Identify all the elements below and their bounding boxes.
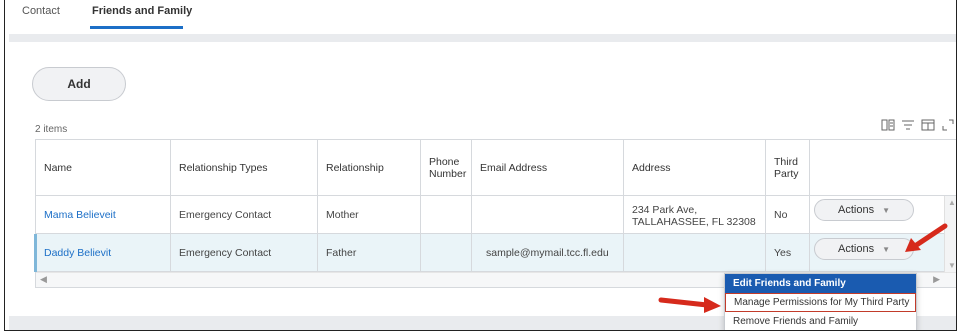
header-name: Name xyxy=(36,140,171,195)
cell-email xyxy=(472,196,624,233)
active-tab-indicator xyxy=(90,26,183,29)
add-button[interactable]: Add xyxy=(32,67,126,101)
menu-item-manage-permissions[interactable]: Manage Permissions for My Third Party xyxy=(725,293,916,312)
cell-name: Daddy Believit xyxy=(36,234,171,271)
scroll-down-icon[interactable]: ▼ xyxy=(948,261,956,270)
header-relationship: Relationship xyxy=(318,140,421,195)
filter-icon[interactable] xyxy=(901,118,915,132)
table-view-icon[interactable] xyxy=(921,118,935,132)
tab-contact[interactable]: Contact xyxy=(22,5,60,17)
contact-name-link[interactable]: Daddy Believit xyxy=(44,247,111,259)
header-relationship-types: Relationship Types xyxy=(171,140,318,195)
cell-address: 234 Park Ave, TALLAHASSEE, FL 32308 xyxy=(624,196,766,233)
table-toolbar xyxy=(881,118,955,132)
section-divider xyxy=(9,34,956,42)
header-third-party: Third Party xyxy=(766,140,810,195)
cell-name: Mama Believeit xyxy=(36,196,171,233)
cell-relationship-types: Emergency Contact xyxy=(171,196,318,233)
tab-friends-and-family[interactable]: Friends and Family xyxy=(92,5,192,17)
actions-label: Actions xyxy=(838,204,875,216)
cell-third-party: No xyxy=(766,196,810,233)
contact-name-link[interactable]: Mama Believeit xyxy=(44,209,116,221)
menu-item-edit-friends-and-family[interactable]: Edit Friends and Family xyxy=(725,274,916,293)
tab-bar: Contact Friends and Family xyxy=(5,0,956,30)
chevron-down-icon: ▼ xyxy=(882,244,890,254)
cell-relationship-types: Emergency Contact xyxy=(171,234,318,271)
cell-phone xyxy=(421,234,472,271)
scroll-right-icon[interactable]: ▶ xyxy=(933,274,940,285)
header-address: Address xyxy=(624,140,766,195)
cell-phone xyxy=(421,196,472,233)
cell-relationship: Father xyxy=(318,234,421,271)
actions-dropdown-menu: Edit Friends and Family Manage Permissio… xyxy=(724,273,917,330)
actions-label: Actions xyxy=(838,243,875,255)
table-header-row: Name Relationship Types Relationship Pho… xyxy=(36,140,956,196)
actions-button[interactable]: Actions ▼ xyxy=(814,199,914,221)
cell-address xyxy=(624,234,766,271)
header-phone-number: Phone Number xyxy=(421,140,472,195)
expand-icon[interactable] xyxy=(941,118,955,132)
cell-email: sample@mymail.tcc.fl.edu xyxy=(472,234,624,271)
main-panel: Contact Friends and Family Add 2 items N… xyxy=(4,0,957,331)
item-count: 2 items xyxy=(35,124,68,135)
cell-third-party: Yes xyxy=(766,234,810,271)
header-email-address: Email Address xyxy=(472,140,624,195)
annotation-arrow-icon xyxy=(905,223,948,252)
scroll-up-icon[interactable]: ▲ xyxy=(948,198,956,207)
annotation-arrow-icon xyxy=(658,297,721,313)
chevron-down-icon: ▼ xyxy=(882,205,890,215)
menu-item-remove-friends-and-family[interactable]: Remove Friends and Family xyxy=(725,312,916,330)
scroll-left-icon[interactable]: ◀ xyxy=(40,274,47,285)
cell-relationship: Mother xyxy=(318,196,421,233)
column-chooser-icon[interactable] xyxy=(881,118,895,132)
header-actions xyxy=(810,140,945,195)
actions-button[interactable]: Actions ▼ xyxy=(814,238,914,260)
